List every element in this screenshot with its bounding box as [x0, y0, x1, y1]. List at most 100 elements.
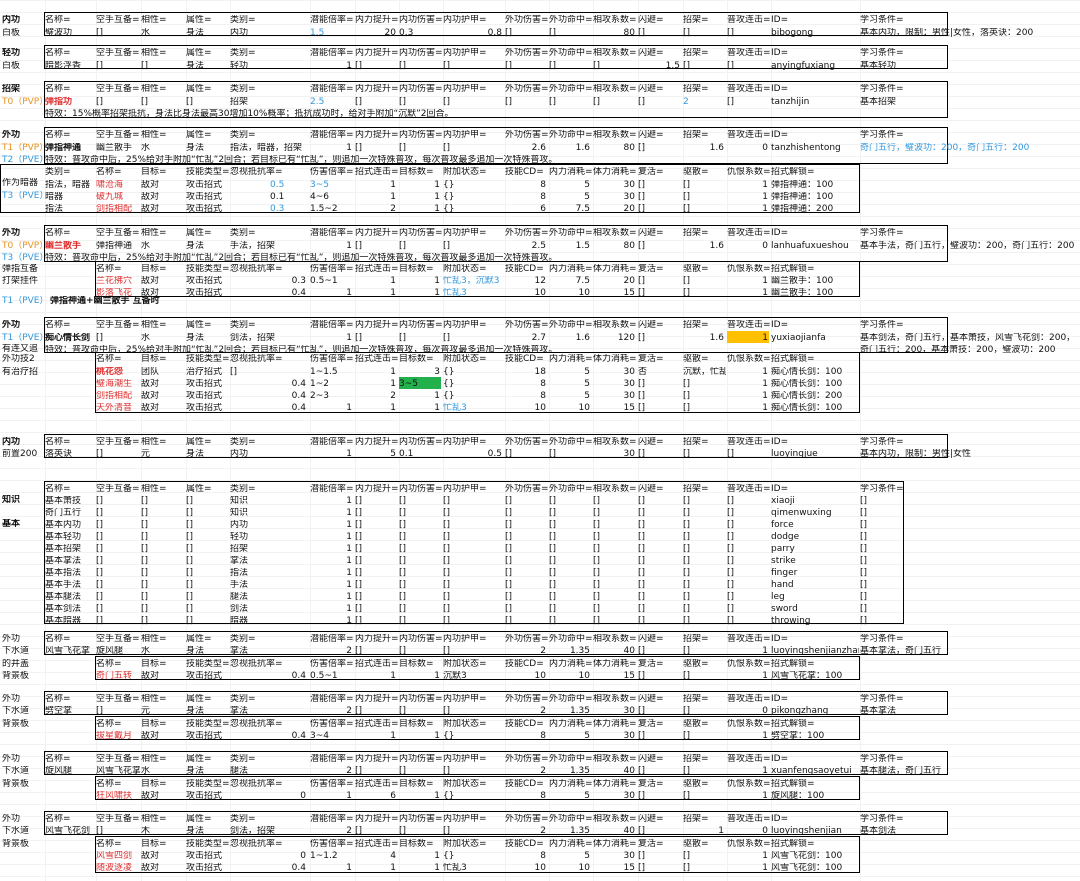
cell-s5[interactable]: 技能类型=	[186, 719, 229, 730]
knowledge-cell[interactable]: []	[593, 568, 637, 579]
cell-d10[interactable]: 掌法	[230, 706, 310, 717]
cell-h4[interactable]: 相性=	[141, 130, 185, 141]
cell-d2[interactable]: 身法	[186, 61, 229, 72]
cell-d11[interactable]: []	[638, 766, 682, 777]
knowledge-cell[interactable]: []	[443, 580, 504, 591]
cell-h2[interactable]: 外功命中=	[549, 48, 592, 59]
cell-s7[interactable]: 复活=	[638, 839, 682, 850]
cell-d10[interactable]: []	[638, 706, 682, 717]
cell-r8[interactable]: 剑指相配	[96, 391, 140, 402]
cell-d1[interactable]: 0.8	[443, 28, 504, 39]
cell-r4[interactable]: 幽兰散手：100	[771, 276, 859, 287]
cell-r6[interactable]: 沉默，忙乱	[683, 367, 726, 378]
knowledge-cell[interactable]: finger	[771, 568, 859, 579]
cell-s4[interactable]: 内力消耗=	[549, 659, 592, 670]
cell-d12[interactable]: 基本剑法	[860, 826, 1078, 837]
cell-r2[interactable]: {}	[443, 192, 504, 203]
knowledge-cell[interactable]: []	[443, 544, 504, 555]
cell-r11[interactable]: 攻击招式	[186, 731, 229, 742]
cell-r12[interactable]: 敌对	[141, 791, 185, 802]
knowledge-cell[interactable]: 知识	[230, 496, 310, 507]
cell-r9[interactable]: 10	[549, 403, 592, 414]
cell-r1[interactable]: 弹指神通：100	[771, 180, 859, 191]
cell-d7[interactable]: []	[505, 449, 548, 460]
cell-h12[interactable]: ID=	[771, 814, 859, 825]
cell-d2[interactable]: []	[399, 61, 442, 72]
cell-r12[interactable]: 旋风腿：100	[771, 791, 859, 802]
cell-f12[interactable]: T0（PVP）	[2, 241, 44, 252]
cell-f28[interactable]: 背景板	[2, 671, 44, 682]
cell-d2[interactable]: []	[355, 61, 398, 72]
cell-r8[interactable]: 敌对	[141, 391, 185, 402]
cell-h2[interactable]: ID=	[771, 48, 859, 59]
knowledge-cell[interactable]: []	[683, 532, 726, 543]
cell-s1[interactable]: 忽视抵抗率=	[230, 167, 310, 178]
cell-h12[interactable]: 内功护甲=	[443, 814, 504, 825]
cell-r12[interactable]: 攻击招式	[186, 791, 229, 802]
cell-r2[interactable]: 0.1	[270, 192, 308, 203]
cell-h2[interactable]: 相攻系数=	[593, 48, 637, 59]
knowledge-cell[interactable]: []	[399, 556, 442, 567]
cell-r8[interactable]: 攻击招式	[186, 391, 229, 402]
cell-s6[interactable]: 伤害倍率=	[310, 779, 354, 790]
cell-h1[interactable]: 潜能倍率=	[310, 15, 354, 26]
cell-f17[interactable]: T1（PVE）	[2, 333, 44, 344]
cell-r12[interactable]: 0	[270, 791, 308, 802]
cell-s3[interactable]: 目标数=	[399, 354, 442, 365]
cell-h11[interactable]: 内功伤害=	[399, 754, 442, 765]
cell-h5[interactable]: 相攻系数=	[593, 228, 637, 239]
knowledge-cell[interactable]: 基本箫技	[45, 496, 95, 507]
cell-d11[interactable]: 40	[593, 766, 637, 777]
knowledge-cell[interactable]: []	[683, 496, 726, 507]
cell-s3[interactable]: 内力消耗=	[549, 354, 592, 365]
knowledge-cell[interactable]: qimenwuxing	[771, 508, 859, 519]
cell-r11[interactable]: 5	[549, 731, 592, 742]
knowledge-cell[interactable]: []	[186, 508, 229, 519]
knowledge-cell[interactable]: []	[443, 592, 504, 603]
cell-d7[interactable]: 元	[141, 449, 185, 460]
cell-s7[interactable]: 招式解锁=	[771, 839, 859, 850]
knowledge-cell[interactable]: []	[593, 556, 637, 567]
cell-d9[interactable]: 基本掌法，奇门五行	[860, 646, 1078, 657]
knowledge-cell[interactable]: 招架	[230, 544, 310, 555]
cell-h4[interactable]: ID=	[771, 130, 859, 141]
cell-r7[interactable]: 1	[727, 379, 770, 390]
cell-f19[interactable]: 外功技2	[2, 354, 44, 365]
knowledge-cell[interactable]: []	[593, 604, 637, 615]
cell-r14[interactable]: 0.4	[270, 863, 308, 874]
cell-r8[interactable]: 2	[355, 391, 398, 402]
cell-r14[interactable]: 忙乱3	[443, 863, 504, 874]
cell-s7[interactable]: 目标数=	[399, 839, 442, 850]
cell-r13[interactable]: 1	[727, 851, 770, 862]
cell-r13[interactable]: {}	[443, 851, 504, 862]
cell-s1[interactable]: 伤害倍率=	[310, 167, 354, 178]
cell-d4[interactable]: 0	[727, 143, 770, 154]
cell-s7[interactable]: 忽视抵抗率=	[230, 839, 310, 850]
knowledge-cell[interactable]: []	[683, 592, 726, 603]
cell-d12[interactable]: []	[96, 826, 140, 837]
cell-h4[interactable]: 外功命中=	[549, 130, 592, 141]
cell-d12[interactable]: 身法	[186, 826, 229, 837]
cell-s2[interactable]: 技能类型=	[186, 264, 229, 275]
cell-f32[interactable]: 外功	[2, 754, 44, 765]
cell-h4[interactable]: 内力提升=	[355, 130, 398, 141]
cell-d9[interactable]: 1.35	[549, 646, 592, 657]
knowledge-cell[interactable]: []	[683, 544, 726, 555]
cell-h3[interactable]: 学习条件=	[860, 84, 1078, 95]
cell-f27[interactable]: 的井盖	[2, 659, 44, 670]
cell-r7[interactable]: 0.4	[270, 379, 308, 390]
knowledge-cell[interactable]: []	[141, 556, 185, 567]
cell-r3[interactable]: 20	[593, 204, 637, 215]
knowledge-cell[interactable]: []	[505, 580, 548, 591]
cell-d12[interactable]: 1	[683, 826, 726, 837]
cell-d2[interactable]: 1.5	[638, 61, 682, 72]
cell-s4[interactable]: 复活=	[638, 659, 682, 670]
cell-r14[interactable]: 风雪飞花剑：100	[771, 863, 859, 874]
cell-d1[interactable]: 20	[355, 28, 398, 39]
cell-r14[interactable]: 15	[593, 863, 637, 874]
cell-s5[interactable]: 内力消耗=	[549, 719, 592, 730]
cell-h7[interactable]: 学习条件=	[860, 437, 1078, 448]
cell-r9[interactable]: []	[683, 403, 726, 414]
knowledge-cell[interactable]: []	[505, 592, 548, 603]
knowledge-cell[interactable]: 1	[310, 544, 354, 555]
